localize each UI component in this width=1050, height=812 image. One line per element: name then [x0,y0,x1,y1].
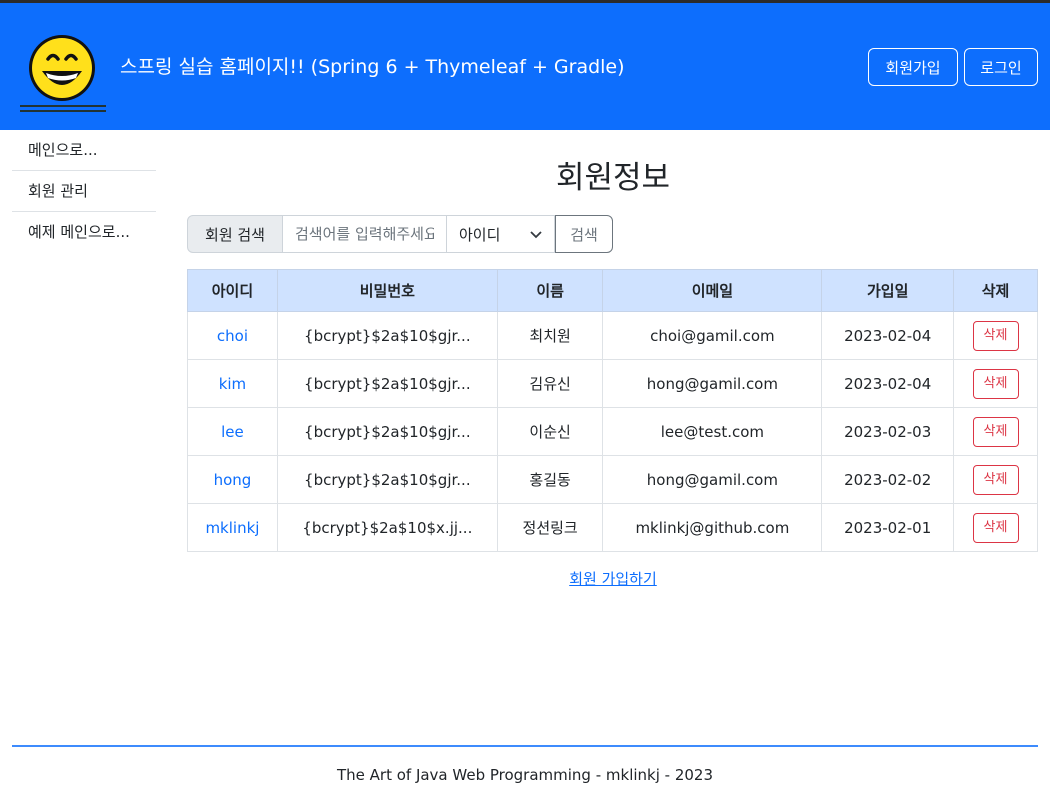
cell-name: 최치원 [496,311,604,360]
table-row: lee {bcrypt}$2a$10$gjr... 이순신 lee@test.c… [187,407,1038,456]
member-id-link[interactable]: choi [217,327,248,345]
search-button[interactable]: 검색 [555,215,613,253]
cell-password: {bcrypt}$2a$10$gjr... [276,407,498,456]
cell-password: {bcrypt}$2a$10$x.jj... [276,503,498,552]
cell-email: hong@gamil.com [602,455,823,504]
table-header-row: 아이디 비밀번호 이름 이메일 가입일 삭제 [187,269,1038,312]
cell-id: hong [187,455,278,504]
cell-delete: 삭제 [953,455,1038,504]
cell-name: 정션링크 [496,503,604,552]
cell-joined: 2023-02-03 [821,407,955,456]
sidebar-item-member-management[interactable]: 회원 관리 [12,171,156,212]
cell-id: choi [187,311,278,360]
member-id-link[interactable]: lee [221,423,244,441]
cell-email: mklinkj@github.com [602,503,823,552]
table-row: mklinkj {bcrypt}$2a$10$x.jj... 정션링크 mkli… [187,503,1038,552]
table-row: kim {bcrypt}$2a$10$gjr... 김유신 hong@gamil… [187,359,1038,408]
member-table: 아이디 비밀번호 이름 이메일 가입일 삭제 choi {bcrypt}$2a$… [187,269,1038,552]
footer-text: The Art of Java Web Programming - mklink… [336,766,714,784]
delete-button[interactable]: 삭제 [972,368,1019,399]
cell-id: mklinkj [187,503,278,552]
site-title[interactable]: 스프링 실습 홈페이지!! (Spring 6 + Thymeleaf + Gr… [120,52,625,79]
delete-button[interactable]: 삭제 [972,464,1019,495]
footer-divider [12,745,1038,747]
table-row: hong {bcrypt}$2a$10$gjr... 홍길동 hong@gami… [187,455,1038,504]
search-type-select[interactable]: 아이디 [447,215,555,253]
member-id-link[interactable]: hong [214,471,252,489]
cell-password: {bcrypt}$2a$10$gjr... [276,455,498,504]
search-type-value: 아이디 [459,225,501,244]
cell-joined: 2023-02-01 [821,503,955,552]
cell-password: {bcrypt}$2a$10$gjr... [276,311,498,360]
sidebar-item-main[interactable]: 메인으로... [12,130,156,171]
cell-id: lee [187,407,278,456]
cell-joined: 2023-02-04 [821,359,955,408]
delete-button[interactable]: 삭제 [972,512,1019,543]
search-label: 회원 검색 [187,215,283,253]
cell-name: 이순신 [496,407,604,456]
cell-delete: 삭제 [953,407,1038,456]
member-id-link[interactable]: kim [219,375,246,393]
column-header-email[interactable]: 이메일 [602,269,823,312]
login-button[interactable]: 로그인 [964,48,1038,86]
delete-button[interactable]: 삭제 [972,320,1019,351]
column-header-password[interactable]: 비밀번호 [276,269,498,312]
smiley-logo-icon[interactable] [18,31,108,117]
cell-joined: 2023-02-02 [821,455,955,504]
site-header: 스프링 실습 홈페이지!! (Spring 6 + Thymeleaf + Gr… [0,3,1050,130]
column-header-name[interactable]: 이름 [496,269,604,312]
column-header-joined[interactable]: 가입일 [821,269,955,312]
member-id-link[interactable]: mklinkj [205,519,259,537]
cell-joined: 2023-02-04 [821,311,955,360]
page-title: 회원정보 [555,160,671,196]
sidebar-item-example-main[interactable]: 예제 메인으로... [12,212,156,253]
cell-delete: 삭제 [953,503,1038,552]
sidebar: 메인으로... 회원 관리 예제 메인으로... [12,130,156,253]
delete-button[interactable]: 삭제 [972,416,1019,447]
cell-name: 홍길동 [496,455,604,504]
column-header-id[interactable]: 아이디 [187,269,278,312]
column-header-delete: 삭제 [953,269,1038,312]
cell-email: lee@test.com [602,407,823,456]
cell-email: hong@gamil.com [602,359,823,408]
cell-id: kim [187,359,278,408]
cell-name: 김유신 [496,359,604,408]
chevron-down-icon [530,225,542,243]
table-row: choi {bcrypt}$2a$10$gjr... 최치원 choi@gami… [187,311,1038,360]
cell-delete: 삭제 [953,311,1038,360]
cell-delete: 삭제 [953,359,1038,408]
search-input[interactable] [283,215,447,253]
cell-email: choi@gamil.com [602,311,823,360]
join-button[interactable]: 회원가입 [868,48,958,86]
cell-password: {bcrypt}$2a$10$gjr... [276,359,498,408]
member-join-link[interactable]: 회원 가입하기 [188,568,1038,589]
member-search-form: 회원 검색 아이디 검색 [187,215,613,253]
